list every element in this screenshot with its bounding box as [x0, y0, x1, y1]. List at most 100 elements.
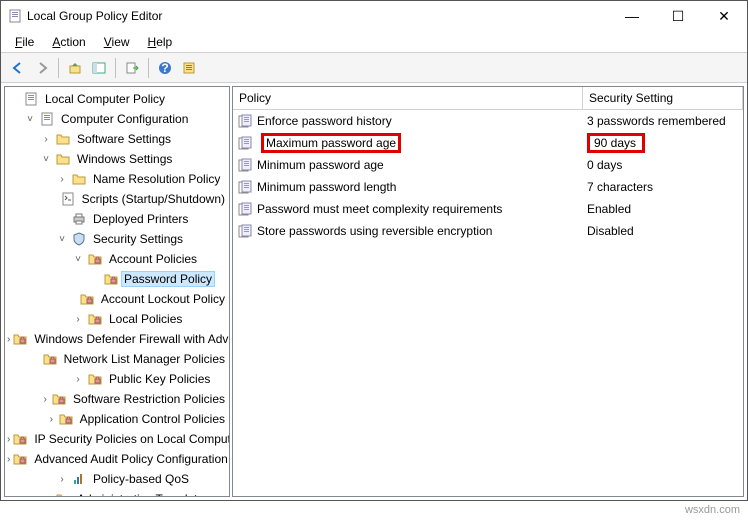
expand-toggle-icon[interactable]: ›: [55, 474, 69, 485]
policy-name: Store passwords using reversible encrypt…: [257, 224, 492, 238]
back-button[interactable]: [7, 57, 29, 79]
tree-admin-templates[interactable]: › Administrative Templates: [5, 489, 229, 497]
tree-node-label: Computer Configuration: [57, 111, 192, 127]
tree-account-policies[interactable]: ˅Account Policies: [5, 249, 229, 269]
expand-toggle-icon[interactable]: ˅: [39, 154, 53, 165]
policy-name-cell: Password must meet complexity requiremen…: [233, 201, 583, 217]
tree-node-label: Local Computer Policy: [41, 91, 169, 107]
tree-password-policy[interactable]: Password Policy: [5, 269, 229, 289]
tree-software-settings[interactable]: › Software Settings: [5, 129, 229, 149]
watermark: wsxdn.com: [0, 501, 748, 521]
tree-deployed-printers[interactable]: Deployed Printers: [5, 209, 229, 229]
tree-node-icon: [71, 231, 87, 247]
tree-application-control[interactable]: ›Application Control Policies: [5, 409, 229, 429]
svg-text:?: ?: [161, 61, 168, 75]
policy-icon: [237, 113, 253, 129]
tree-windows-defender[interactable]: ›Windows Defender Firewall with Advanced…: [5, 329, 229, 349]
policy-name: Minimum password age: [257, 158, 384, 172]
expand-toggle-icon[interactable]: ›: [7, 454, 10, 465]
tree-software-restriction[interactable]: › Software Restriction Policies: [5, 389, 229, 409]
tree-node-icon: [87, 251, 103, 267]
expand-toggle-icon[interactable]: ›: [41, 394, 49, 405]
properties-button[interactable]: [178, 57, 200, 79]
expand-toggle-icon[interactable]: ˅: [55, 234, 69, 245]
policy-row[interactable]: Maximum password age90 days: [233, 132, 743, 154]
tree-network-list[interactable]: Network List Manager Policies: [5, 349, 229, 369]
tree-node-label: Network List Manager Policies: [60, 351, 229, 367]
toolbar-separator: [58, 58, 59, 78]
expand-toggle-icon[interactable]: ›: [47, 414, 56, 425]
tree-node-label: Account Lockout Policy: [97, 291, 229, 307]
tree-local-policies[interactable]: ›Local Policies: [5, 309, 229, 329]
policy-icon: [237, 179, 253, 195]
column-policy[interactable]: Policy: [233, 87, 583, 109]
tree-node-label: Advanced Audit Policy Configuration: [30, 451, 230, 467]
tree-public-key[interactable]: ›Public Key Policies: [5, 369, 229, 389]
tree-node-icon: [42, 351, 58, 367]
expand-toggle-icon[interactable]: ›: [71, 314, 85, 325]
tree-security-settings[interactable]: ˅ Security Settings: [5, 229, 229, 249]
tree-node-icon: [39, 111, 55, 127]
tree-node-label: IP Security Policies on Local Computer: [30, 431, 230, 447]
tree-node-icon: [60, 191, 76, 207]
menu-help[interactable]: Help: [140, 32, 181, 52]
tree-ip-security[interactable]: › IP Security Policies on Local Computer: [5, 429, 229, 449]
expand-toggle-icon[interactable]: ›: [55, 174, 69, 185]
expand-toggle-icon[interactable]: ›: [7, 434, 10, 445]
policy-row[interactable]: Minimum password length7 characters: [233, 176, 743, 198]
tree-node-label: Software Restriction Policies: [69, 391, 229, 407]
expand-toggle-icon[interactable]: ˅: [23, 114, 37, 125]
tree-node-icon: [71, 211, 87, 227]
help-button[interactable]: ?: [154, 57, 176, 79]
tree-policy-qos[interactable]: ›Policy-based QoS: [5, 469, 229, 489]
policy-setting-cell: 7 characters: [583, 180, 743, 194]
export-list-button[interactable]: [121, 57, 143, 79]
tree-advanced-audit[interactable]: › Advanced Audit Policy Configuration: [5, 449, 229, 469]
tree-node-icon: [23, 91, 39, 107]
expand-toggle-icon[interactable]: ›: [71, 374, 85, 385]
tree-node-label: Administrative Templates: [73, 491, 214, 497]
tree-name-resolution[interactable]: ›Name Resolution Policy: [5, 169, 229, 189]
policy-setting-cell: Disabled: [583, 224, 743, 238]
policy-name-cell: Store passwords using reversible encrypt…: [233, 223, 583, 239]
minimize-button[interactable]: —: [609, 1, 655, 31]
expand-toggle-icon[interactable]: ›: [39, 134, 53, 145]
tree-pane[interactable]: Local Computer Policy ˅ Computer Configura…: [4, 86, 230, 497]
list-pane: Policy Security Setting Enforce password…: [232, 86, 744, 497]
tree-node-icon: [55, 151, 71, 167]
show-hide-tree-button[interactable]: [88, 57, 110, 79]
tree-windows-settings[interactable]: ˅Windows Settings: [5, 149, 229, 169]
forward-button[interactable]: [31, 57, 53, 79]
expand-toggle-icon[interactable]: ˅: [71, 254, 85, 265]
up-button[interactable]: [64, 57, 86, 79]
tree-root[interactable]: Local Computer Policy: [5, 89, 229, 109]
close-button[interactable]: ✕: [701, 1, 747, 31]
policy-setting-cell: 3 passwords remembered: [583, 114, 743, 128]
tree-account-lockout[interactable]: Account Lockout Policy: [5, 289, 229, 309]
policy-setting-cell: 90 days: [583, 136, 743, 150]
column-headers: Policy Security Setting: [233, 87, 743, 110]
column-setting[interactable]: Security Setting: [583, 87, 743, 109]
policy-name: Password must meet complexity requiremen…: [257, 202, 502, 216]
policy-row[interactable]: Minimum password age0 days: [233, 154, 743, 176]
tree-node-icon: [51, 391, 67, 407]
policy-setting-cell: Enabled: [583, 202, 743, 216]
tree-node-label: Security Settings: [89, 231, 187, 247]
menu-view[interactable]: View: [96, 32, 138, 52]
menu-file[interactable]: File: [7, 32, 42, 52]
tree-scripts[interactable]: Scripts (Startup/Shutdown): [5, 189, 229, 209]
tree-node-icon: [58, 411, 74, 427]
menu-action[interactable]: Action: [44, 32, 93, 52]
tree-computer-configuration[interactable]: ˅ Computer Configuration: [5, 109, 229, 129]
expand-toggle-icon[interactable]: ›: [7, 334, 10, 345]
policy-row[interactable]: Password must meet complexity requiremen…: [233, 198, 743, 220]
maximize-button[interactable]: ☐: [655, 1, 701, 31]
policy-row[interactable]: Store passwords using reversible encrypt…: [233, 220, 743, 242]
policy-row[interactable]: Enforce password history3 passwords reme…: [233, 110, 743, 132]
tree-node-label: Software Settings: [73, 131, 175, 147]
tree-node-icon: [71, 171, 87, 187]
policy-icon: [237, 135, 253, 151]
tree-node-icon: [12, 331, 28, 347]
expand-toggle-icon[interactable]: ›: [39, 494, 53, 498]
tree-node-label: Password Policy: [121, 271, 215, 287]
